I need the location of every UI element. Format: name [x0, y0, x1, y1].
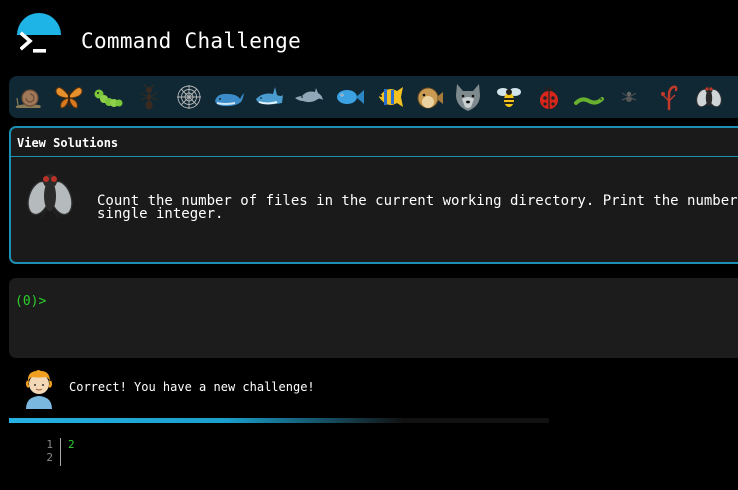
line-number: 1 — [46, 438, 53, 451]
blowfish-icon[interactable] — [413, 81, 445, 113]
challenge-description: Count the number of files in the current… — [97, 192, 738, 222]
caterpillar-icon[interactable] — [92, 81, 124, 113]
person-avatar-icon — [25, 370, 53, 409]
dolphin-icon[interactable] — [293, 81, 325, 113]
output-code: 2 — [68, 438, 75, 464]
page: Command Challenge View Solutions Count t… — [0, 0, 738, 490]
shark-icon[interactable] — [253, 81, 285, 113]
fly-icon — [27, 174, 73, 219]
spider-icon[interactable] — [613, 81, 645, 113]
feedback-message: Correct! You have a new challenge! — [69, 380, 315, 394]
worm-icon[interactable] — [573, 81, 605, 113]
challenge-text-line-1: Count the number of files in the current… — [97, 193, 738, 209]
progress-bar-fill — [9, 418, 404, 423]
fish-icon[interactable] — [333, 81, 365, 113]
challenge-panel: View Solutions Count the number of files… — [9, 126, 738, 264]
view-solutions-link[interactable]: View Solutions — [17, 136, 118, 150]
tropical-fish-icon[interactable] — [373, 81, 405, 113]
output-line: 2 — [68, 438, 75, 451]
line-number-gutter: 1 2 — [40, 438, 61, 466]
scorpion-icon[interactable] — [653, 81, 685, 113]
progress-bar — [9, 418, 549, 423]
line-number: 2 — [46, 451, 53, 464]
fly-icon[interactable] — [693, 81, 725, 113]
challenge-creature-strip — [9, 76, 738, 118]
wolf-icon[interactable] — [452, 81, 484, 113]
terminal-prompt-icon — [20, 31, 46, 53]
spider-web-icon[interactable] — [173, 81, 205, 113]
output-editor: 1 2 2 — [40, 438, 240, 468]
page-title: Command Challenge — [81, 29, 302, 53]
snail-icon[interactable] — [13, 81, 45, 113]
bee-icon[interactable] — [493, 81, 525, 113]
whale-icon[interactable] — [213, 81, 245, 113]
terminal-input[interactable]: (0)> — [9, 278, 738, 358]
ladybug-icon[interactable] — [533, 81, 565, 113]
terminal-prompt: (0)> — [15, 294, 47, 309]
ant-icon[interactable] — [133, 81, 165, 113]
challenge-divider — [11, 156, 738, 157]
butterfly-icon[interactable] — [53, 81, 85, 113]
